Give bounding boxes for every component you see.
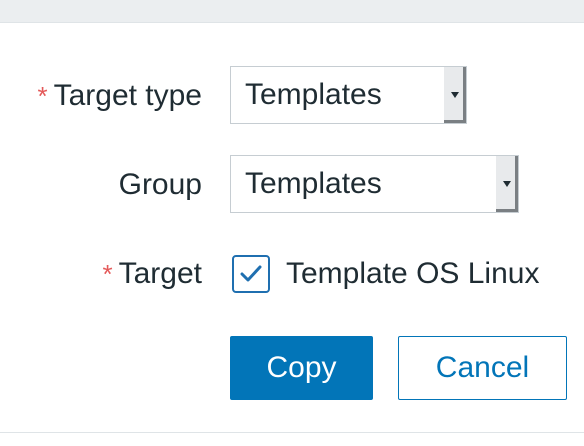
target-type-select-value: Templates [245,78,382,111]
group-select-value: Templates [245,167,382,200]
target-type-label-text: Target type [53,79,202,112]
required-marker: * [102,259,113,289]
footer-divider [0,432,584,433]
group-select[interactable]: Templates [230,155,519,213]
group-label: Group [119,167,202,203]
target-checkbox-label[interactable]: Template OS Linux [286,256,539,292]
required-marker: * [37,81,48,111]
target-label-text: Target [118,257,202,290]
checkmark-icon [240,265,262,282]
cancel-button[interactable]: Cancel [398,336,567,400]
copy-button[interactable]: Copy [230,336,373,400]
target-type-select[interactable]: Templates [230,66,467,124]
header-strip [0,0,584,23]
group-label-text: Group [118,168,202,201]
target-label: * Target [102,256,202,292]
target-checkbox[interactable] [232,255,270,293]
target-type-label: * Target type [37,78,202,114]
dropdown-arrow-icon [494,156,518,212]
dropdown-arrow-icon [442,67,466,123]
